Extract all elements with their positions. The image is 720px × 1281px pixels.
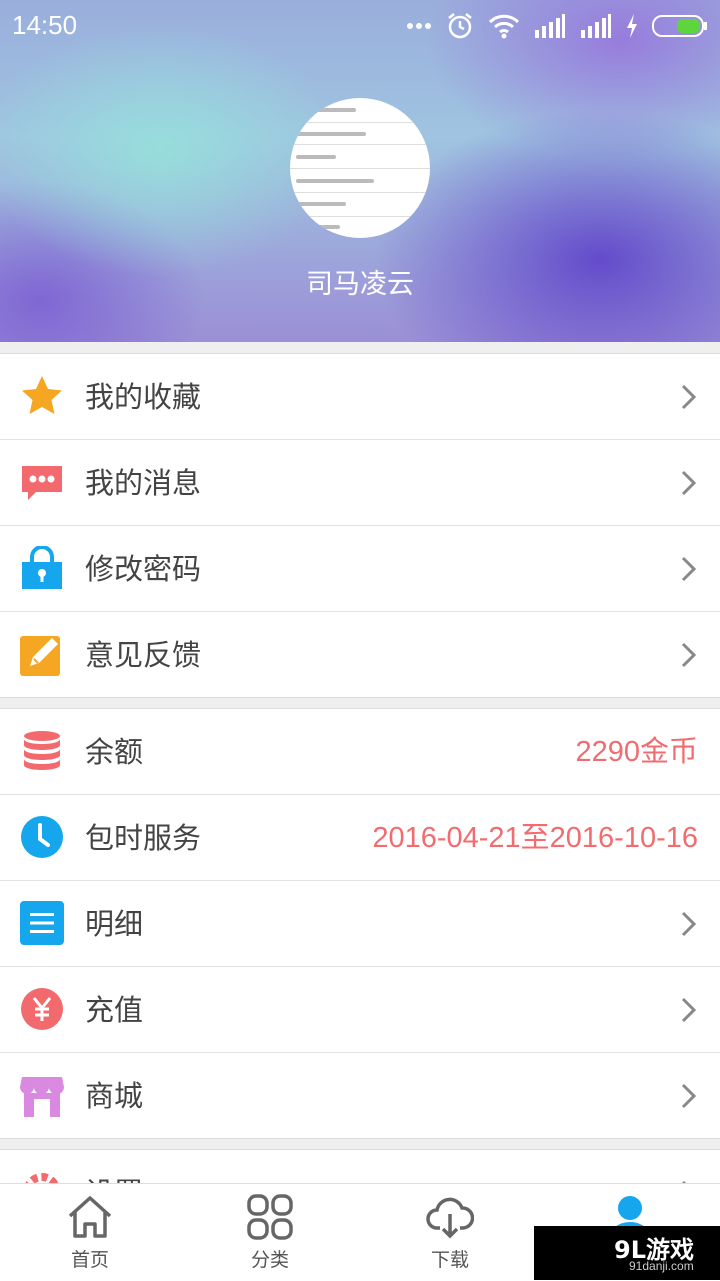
wifi-icon <box>488 14 520 39</box>
chevron-right-icon <box>681 556 697 582</box>
tab-category[interactable]: 分类 <box>180 1184 360 1281</box>
time-service-row[interactable]: 包时服务 2016-04-21至2016-10-16 <box>0 795 720 881</box>
home-icon <box>68 1196 112 1238</box>
watermark-url: 91danji.com <box>629 1259 694 1273</box>
menu-group-account: 我的收藏 我的消息 修改密码 意见反馈 <box>0 353 720 698</box>
username: 司马凌云 <box>306 269 414 300</box>
list-icon <box>20 901 64 945</box>
yuan-icon <box>21 988 63 1030</box>
feedback-label: 意见反馈 <box>85 638 202 672</box>
avatar[interactable] <box>290 98 430 238</box>
favorites-row[interactable]: 我的收藏 <box>0 354 720 440</box>
profile-header: 14:50 司马凌云 <box>0 0 720 342</box>
status-time: 14:50 <box>12 10 78 40</box>
favorites-label: 我的收藏 <box>85 380 202 414</box>
tab-home-label: 首页 <box>70 1249 109 1271</box>
more-dots-icon <box>407 23 431 29</box>
feedback-row[interactable]: 意见反馈 <box>0 612 720 697</box>
change-password-label: 修改密码 <box>85 552 202 586</box>
alarm-icon <box>448 13 472 39</box>
status-bar: 14:50 <box>0 0 720 52</box>
messages-label: 我的消息 <box>85 466 202 500</box>
menu-group-wallet: 余额 2290金币 包时服务 2016-04-21至2016-10-16 明细 … <box>0 708 720 1139</box>
chevron-right-icon <box>681 911 697 937</box>
time-service-label: 包时服务 <box>85 821 202 855</box>
category-icon <box>247 1194 293 1240</box>
shop-row[interactable]: 商城 <box>0 1053 720 1138</box>
coins-icon <box>24 731 60 770</box>
shop-label: 商城 <box>85 1079 144 1113</box>
watermark: 9L游戏 91danji.com <box>534 1226 720 1280</box>
recharge-row[interactable]: 充值 <box>0 967 720 1053</box>
chevron-right-icon <box>681 642 697 668</box>
cloud-download-icon <box>426 1197 474 1239</box>
tab-category-label: 分类 <box>250 1249 289 1271</box>
charging-icon <box>627 14 637 38</box>
battery-icon <box>652 15 707 37</box>
message-icon <box>22 466 62 500</box>
recharge-label: 充值 <box>85 993 144 1027</box>
chevron-right-icon <box>681 384 697 410</box>
chevron-right-icon <box>681 1083 697 1109</box>
signal-icon <box>581 14 611 38</box>
signal-icon <box>535 14 565 38</box>
details-row[interactable]: 明细 <box>0 881 720 967</box>
change-password-row[interactable]: 修改密码 <box>0 526 720 612</box>
lock-bag-icon <box>22 546 62 589</box>
tab-download[interactable]: 下载 <box>360 1184 540 1281</box>
balance-row[interactable]: 余额 2290金币 <box>0 709 720 795</box>
messages-row[interactable]: 我的消息 <box>0 440 720 526</box>
tab-home[interactable]: 首页 <box>0 1184 180 1281</box>
clock-icon <box>21 816 63 858</box>
details-label: 明细 <box>85 907 144 941</box>
star-icon <box>22 376 62 414</box>
chevron-right-icon <box>681 470 697 496</box>
balance-label: 余额 <box>85 735 144 769</box>
time-service-value: 2016-04-21至2016-10-16 <box>372 822 698 854</box>
shop-icon <box>20 1077 64 1117</box>
edit-icon <box>20 636 60 676</box>
chevron-right-icon <box>681 997 697 1023</box>
tab-download-label: 下载 <box>430 1249 469 1271</box>
balance-value: 2290金币 <box>575 736 698 768</box>
